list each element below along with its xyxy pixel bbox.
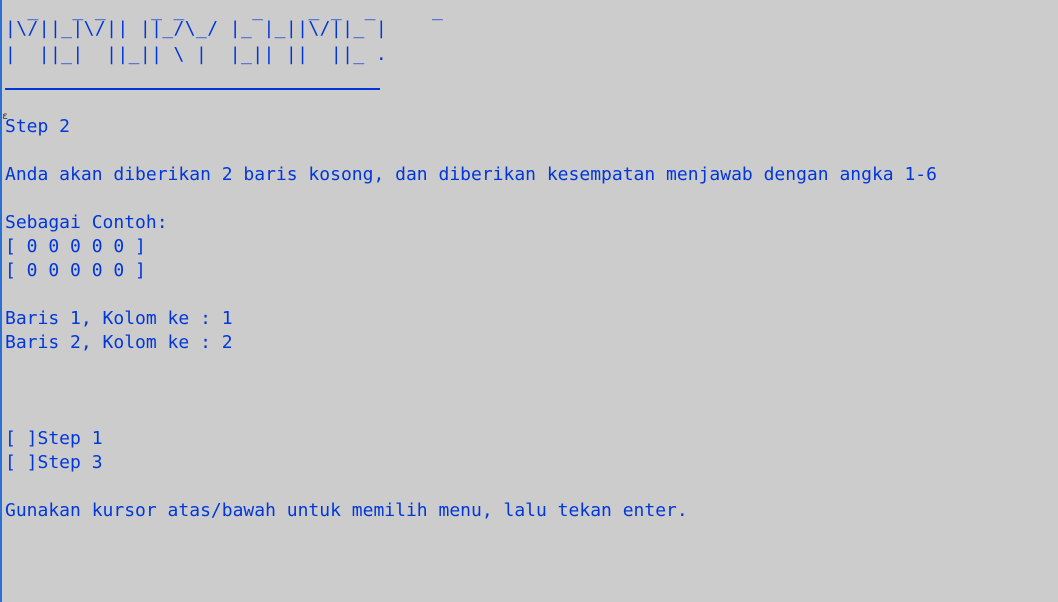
example-row-1: [ 0 0 0 0 0 ] (5, 236, 146, 257)
ascii-banner-row-3: | ||_| ||_|| \ | |_|| || ||_ . (5, 44, 388, 65)
step-title: Step 2 (5, 116, 71, 137)
banner-underline (5, 88, 380, 90)
example-label: Sebagai Contoh: (5, 212, 168, 233)
footer-hint: Gunakan kursor atas/bawah untuk memilih … (5, 500, 688, 521)
example-row-2: [ 0 0 0 0 0 ] (5, 260, 146, 281)
menu-item-step-1[interactable]: [ ]Step 1 (5, 427, 103, 451)
menu-item-step-3[interactable]: [ ]Step 3 (5, 451, 103, 475)
ascii-banner-row-2: |\/||_|\/|| ||_/\_/ |_ |_||\/||_ | (5, 18, 388, 39)
answer-row-2: Baris 2, Kolom ke : 2 (5, 332, 233, 353)
console-window: _ _ _ _ _ _ _ _ _ _ |\/||_|\/|| ||_/\_/ … (0, 0, 1058, 602)
instructions-text: Anda akan diberikan 2 baris kosong, dan … (5, 164, 937, 185)
answer-row-1: Baris 1, Kolom ke : 1 (5, 308, 233, 329)
